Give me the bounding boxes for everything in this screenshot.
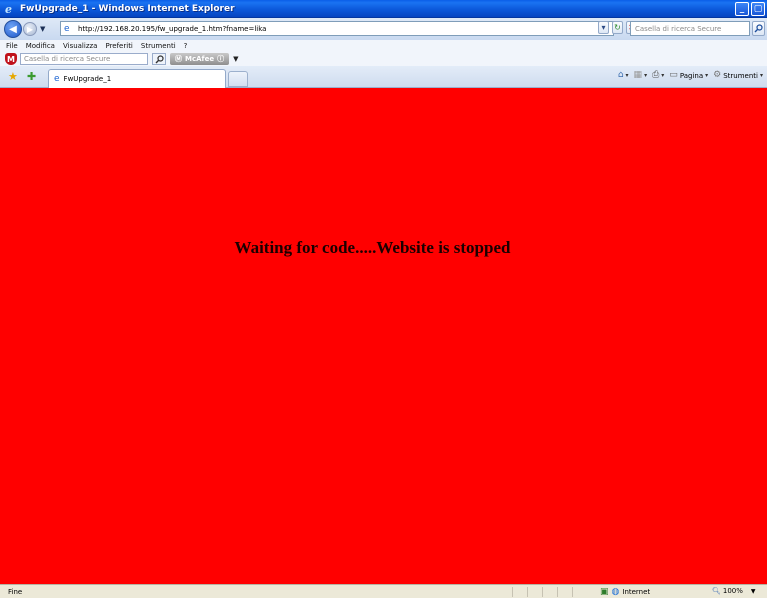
- page-message: Waiting for code.....Website is stopped: [234, 238, 511, 257]
- favorites-star-icon[interactable]: ★: [8, 71, 18, 82]
- window-controls: _ ▢: [735, 2, 765, 16]
- mcafee-brand-button[interactable]: Ⓜ McAfee ⓘ: [170, 53, 230, 65]
- page-icon: e: [64, 23, 70, 34]
- print-button[interactable]: ⎙ ▾: [652, 71, 664, 80]
- minimize-button[interactable]: _: [735, 2, 749, 16]
- menu-item-favorites[interactable]: Preferiti: [105, 42, 132, 50]
- page-icon: e: [54, 74, 60, 84]
- zoom-dropdown-icon[interactable]: ▼: [751, 588, 756, 595]
- title-bar: e FwUpgrade_1 - Windows Internet Explore…: [0, 0, 767, 18]
- search-icon[interactable]: [752, 21, 765, 36]
- mcafee-shield-icon[interactable]: M: [5, 53, 17, 65]
- address-url[interactable]: http://192.168.20.195/fw_upgrade_1.htm?f…: [78, 25, 266, 33]
- page-menu-button[interactable]: ▭ Pagina ▾: [669, 71, 708, 80]
- page-menu-icon: ▭: [669, 70, 678, 80]
- home-button[interactable]: ⌂ ▾: [618, 71, 629, 80]
- menu-item-edit[interactable]: Modifica: [26, 42, 55, 50]
- menu-item-tools[interactable]: Strumenti: [141, 42, 176, 50]
- mcafee-brand-label: McAfee: [185, 55, 215, 63]
- zoom-icon: 🔍︎: [712, 587, 721, 595]
- forward-button[interactable]: ▶: [23, 22, 37, 36]
- address-dropdown-button[interactable]: ▾: [598, 21, 609, 34]
- mcafee-logo-icon: Ⓜ: [175, 55, 182, 63]
- tab-bar: ★ ✚ e FwUpgrade_1 ⌂ ▾ ▦ ▾ ⎙ ▾ ▭ Pagina ▾ ⚙ Str…: [0, 66, 767, 88]
- menu-item-help[interactable]: ?: [184, 42, 188, 50]
- ie-logo-icon: e: [3, 2, 17, 16]
- page-content: Waiting for code.....Website is stopped: [0, 88, 767, 584]
- zoom-label: 100%: [722, 587, 743, 595]
- search-box[interactable]: [630, 21, 750, 36]
- mcafee-search-box[interactable]: [20, 53, 148, 65]
- status-bar: Fine ▣ ◍ Internet 🔍︎ 100% ▼: [0, 584, 767, 598]
- tools-menu-label: Strumenti: [723, 71, 758, 80]
- mcafee-search-input[interactable]: [24, 55, 144, 63]
- page-menu-label: Pagina: [679, 71, 704, 80]
- protected-mode-icon: ▣: [600, 587, 609, 597]
- refresh-button[interactable]: ↻: [612, 21, 623, 34]
- zone-label: Internet: [622, 588, 651, 596]
- feeds-icon: ▦: [633, 70, 643, 80]
- window-title: FwUpgrade_1 - Windows Internet Explorer: [20, 3, 235, 14]
- command-bar: ⌂ ▾ ▦ ▾ ⎙ ▾ ▭ Pagina ▾ ⚙ Strumenti ▾: [618, 71, 763, 80]
- new-tab-button[interactable]: [228, 71, 248, 87]
- globe-icon: ◍: [611, 587, 620, 597]
- print-icon: ⎙: [652, 70, 660, 80]
- svg-text:e: e: [5, 3, 12, 15]
- help-icon: ⓘ: [217, 55, 225, 63]
- status-text: Fine: [8, 587, 23, 596]
- tools-menu-button[interactable]: ⚙ Strumenti ▾: [713, 71, 763, 80]
- menu-item-file[interactable]: File: [6, 42, 18, 50]
- history-dropdown-icon[interactable]: ▼: [40, 25, 45, 33]
- mcafee-dropdown-icon[interactable]: ▼: [233, 55, 238, 63]
- home-icon: ⌂: [617, 70, 624, 80]
- menu-item-view[interactable]: Visualizza: [63, 42, 97, 50]
- add-favorites-icon[interactable]: ✚: [27, 71, 36, 82]
- status-separators: [512, 587, 573, 597]
- security-zone[interactable]: ▣ ◍ Internet: [600, 587, 650, 597]
- back-button[interactable]: ◀: [4, 20, 22, 38]
- menu-bar: File Modifica Visualizza Preferiti Strum…: [0, 40, 767, 52]
- mcafee-toolbar: M Ⓜ McAfee ⓘ ▼: [0, 52, 767, 66]
- gear-icon: ⚙: [713, 70, 722, 80]
- mcafee-search-icon[interactable]: [152, 53, 166, 65]
- address-toolbar: ◀ ▶ ▼ e http://192.168.20.195/fw_upgrade…: [0, 18, 767, 40]
- address-field[interactable]: e http://192.168.20.195/fw_upgrade_1.htm…: [60, 21, 614, 36]
- feeds-button[interactable]: ▦ ▾: [634, 71, 648, 80]
- maximize-button[interactable]: ▢: [751, 2, 765, 16]
- search-input[interactable]: [635, 24, 747, 33]
- zoom-control[interactable]: 🔍︎ 100% ▼: [712, 587, 756, 595]
- tab-fwupgrade[interactable]: e FwUpgrade_1: [48, 69, 226, 88]
- tab-label: FwUpgrade_1: [63, 75, 112, 83]
